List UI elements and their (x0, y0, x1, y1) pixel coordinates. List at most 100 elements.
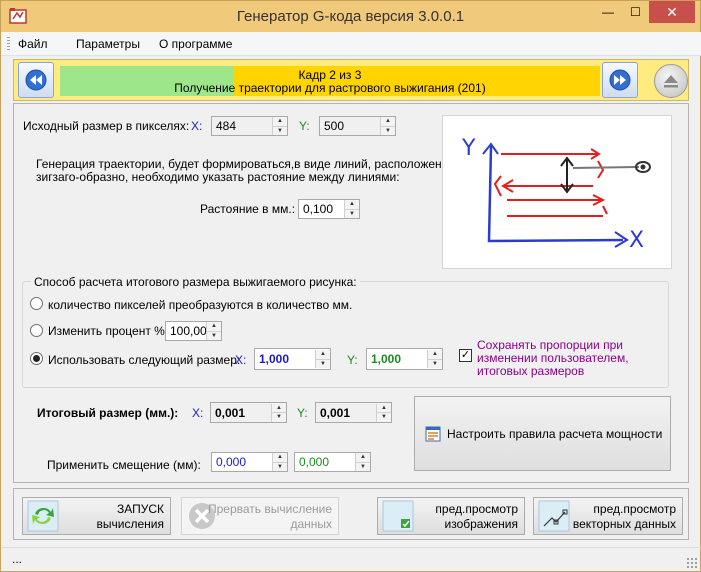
title-bar: Генератор G-кода версия 3.0.0.1 — ☐ ✕ (1, 1, 700, 32)
radio-percent[interactable] (30, 324, 43, 337)
final-x-stepper[interactable]: ▲ ▼ (271, 403, 286, 422)
preview-vector-label: пред.просмотр векторных данных (573, 502, 676, 532)
distance-stepper[interactable]: ▲ ▼ (344, 200, 359, 218)
abort-line-2: данных (290, 517, 332, 531)
custom-y-field[interactable]: 1,000 ▲ ▼ (366, 348, 443, 370)
final-y-field[interactable]: 0,001 ▲ ▼ (315, 402, 392, 423)
forward-button[interactable] (602, 62, 638, 98)
custom-x-field[interactable]: 1,000 ▲ ▼ (254, 348, 331, 370)
wizard-progress: Кадр 2 из 3 Получение траектории для рас… (60, 66, 600, 96)
offset-x-value: 0,000 (216, 455, 247, 469)
power-rules-label: Настроить правила расчета мощности (447, 426, 663, 441)
wizard-step-description: Получение траектории для растрового выжи… (174, 81, 486, 95)
source-y-stepper[interactable]: ▲ ▼ (380, 117, 395, 135)
start-calculation-label: ЗАПУСК вычисления (97, 502, 164, 532)
distance-value: 0,100 (303, 202, 334, 216)
preview-vector-line-2: векторных данных (572, 517, 676, 531)
close-button[interactable]: ✕ (649, 1, 695, 23)
preview-image-line-1: пред.просмотр (435, 502, 518, 516)
wizard-bar: Кадр 2 из 3 Получение траектории для рас… (13, 59, 689, 101)
main-window: Генератор G-кода версия 3.0.0.1 — ☐ ✕ Фа… (0, 0, 701, 572)
percent-stepper[interactable]: ▲ ▼ (206, 322, 221, 340)
source-y-value: 500 (324, 119, 345, 133)
start-line-2: вычисления (96, 517, 164, 531)
maximize-icon: ☐ (630, 5, 641, 19)
source-x-label: X: (191, 119, 203, 133)
close-icon: ✕ (666, 3, 678, 20)
source-y-label: Y: (299, 119, 310, 133)
image-preview-icon (382, 500, 414, 532)
offset-y-field[interactable]: 0,000 ▲ ▼ (294, 452, 371, 472)
menu-grip-icon (7, 37, 10, 51)
offset-y-value: 0,000 (299, 455, 330, 469)
final-x-value: 0,001 (215, 405, 246, 420)
preview-y-axis-label: Y (462, 136, 476, 161)
abort-calculation-button[interactable]: Прервать вычисление данных (181, 497, 339, 535)
preview-vector-line-1: пред.просмотр (593, 502, 676, 516)
final-x-label: X: (192, 406, 204, 420)
offset-label: Применить смещение (мм): (47, 458, 201, 472)
resize-grip-icon[interactable] (686, 557, 698, 569)
percent-field[interactable]: 100,00 ▲ ▼ (165, 321, 222, 341)
custom-y-value: 1,000 (371, 352, 402, 366)
radio-custom-size[interactable] (30, 352, 43, 365)
custom-x-stepper[interactable]: ▲ ▼ (315, 350, 330, 368)
abort-line-1: Прервать вычисление (207, 502, 332, 516)
radio-percent-label[interactable]: Изменить процент % (48, 324, 165, 338)
refresh-icon (27, 500, 59, 532)
source-y-field[interactable]: 500 ▲ ▼ (319, 116, 396, 136)
minimize-button[interactable]: — (594, 1, 622, 23)
menu-file[interactable]: Файл (18, 37, 48, 51)
keep-proportions-line-1[interactable]: Сохранять пропорции при (477, 338, 623, 352)
source-x-stepper[interactable]: ▲ ▼ (272, 117, 287, 135)
vector-preview-icon (538, 500, 570, 532)
final-y-label: Y: (297, 406, 308, 420)
preview-x-axis-label: X (629, 228, 645, 253)
back-button[interactable] (18, 62, 54, 98)
radio-pixels-label[interactable]: количество пикселей преобразуются в коли… (48, 298, 352, 312)
final-x-field[interactable]: 0,001 ▲ ▼ (210, 402, 287, 423)
final-y-value: 0,001 (320, 405, 351, 420)
custom-x-label: X: (235, 353, 247, 367)
checkmark-icon: ✓ (460, 349, 471, 361)
custom-y-stepper[interactable]: ▲ ▼ (427, 350, 442, 368)
minimize-icon: — (602, 5, 614, 19)
eject-button[interactable] (654, 64, 688, 98)
abort-calculation-label: Прервать вычисление данных (208, 502, 332, 532)
keep-proportions-checkbox[interactable]: ✓ (459, 349, 472, 362)
preview-image-label: пред.просмотр изображения (435, 502, 518, 532)
source-x-field[interactable]: 484 ▲ ▼ (211, 116, 288, 136)
power-rules-button[interactable]: Настроить правила расчета мощности (414, 396, 671, 471)
percent-value: 100,00 (170, 324, 206, 338)
eject-icon (664, 75, 678, 88)
start-calculation-button[interactable]: ЗАПУСК вычисления (22, 497, 171, 535)
rewind-icon (25, 69, 47, 91)
start-line-1: ЗАПУСК (116, 502, 164, 516)
status-bar: ... (2, 547, 701, 572)
maximize-button[interactable]: ☐ (622, 1, 649, 23)
final-size-label: Итоговый размер (мм.): (37, 406, 179, 420)
menu-about[interactable]: О программе (159, 37, 232, 51)
calc-method-title: Способ расчета итогового размера выжигае… (31, 275, 360, 289)
distance-label: Растояние в мм.: (200, 202, 296, 216)
menu-parameters[interactable]: Параметры (76, 37, 140, 51)
source-x-value: 484 (216, 119, 237, 133)
description-line-1: Генерация траектории, будет формироватьс… (36, 157, 463, 171)
preview-image-line-2: изображения (444, 517, 519, 531)
preview-vector-button[interactable]: пред.просмотр векторных данных (533, 497, 683, 535)
offset-x-field[interactable]: 0,000 ▲ ▼ (211, 452, 288, 472)
radio-custom-size-label[interactable]: Использовать следующий размер: (48, 353, 240, 367)
preview-image-button[interactable]: пред.просмотр изображения (377, 497, 525, 535)
description-line-2: зигзаго-образно, необходимо указать раст… (36, 170, 400, 184)
offset-y-stepper[interactable]: ▲ ▼ (355, 453, 370, 471)
status-text: ... (12, 552, 23, 566)
source-size-label: Исходный размер в пикселях: (23, 119, 190, 133)
radio-pixels[interactable] (30, 297, 43, 310)
settings-list-icon (425, 426, 441, 441)
final-y-stepper[interactable]: ▲ ▼ (376, 403, 391, 422)
distance-field[interactable]: 0,100 ▲ ▼ (298, 199, 360, 219)
keep-proportions-line-3[interactable]: итоговых размеров (477, 364, 584, 378)
offset-x-stepper[interactable]: ▲ ▼ (272, 453, 287, 471)
trajectory-preview: Y X (442, 115, 672, 269)
keep-proportions-line-2[interactable]: изменении пользователем, (477, 351, 629, 365)
